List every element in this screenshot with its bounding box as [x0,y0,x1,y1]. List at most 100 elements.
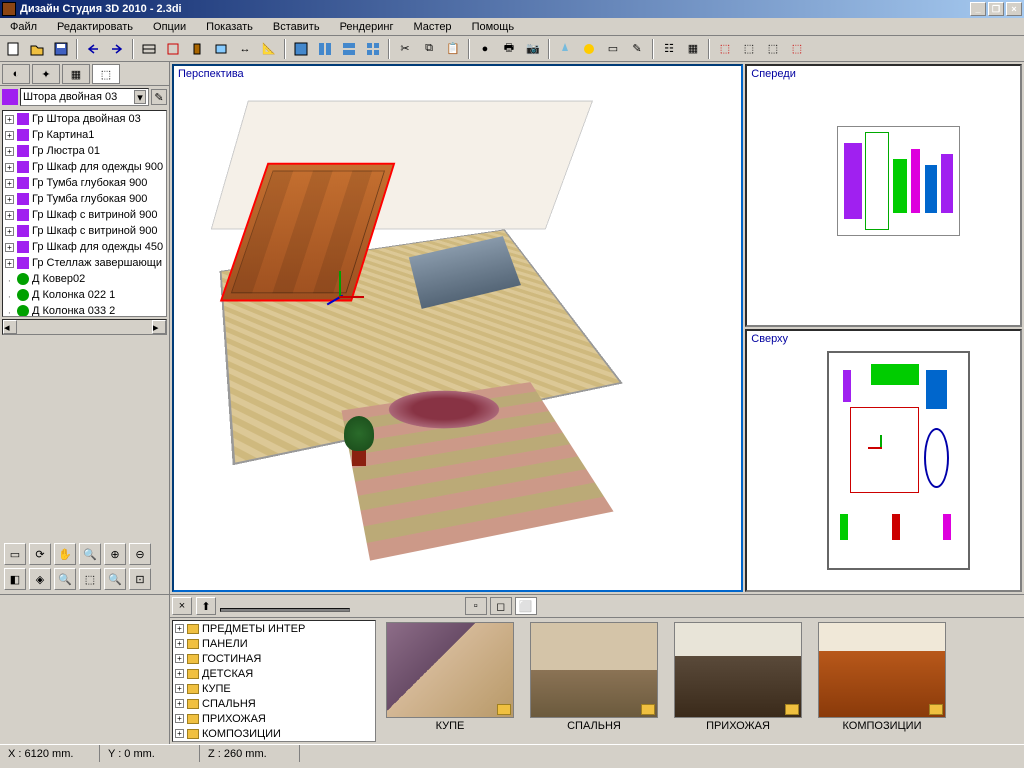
expand-icon[interactable]: + [175,699,184,708]
catalog-item[interactable]: +ДЕТСКАЯ [173,666,375,681]
tb-object[interactable]: ✎ [626,38,648,60]
tb-light[interactable] [554,38,576,60]
tb-undo[interactable] [82,38,104,60]
dropdown-icon[interactable]: ▾ [134,90,146,104]
tb-view4[interactable] [362,38,384,60]
object-edit-button[interactable]: ✎ [151,89,167,105]
object-selector[interactable]: Штора двойная 03 ▾ [20,88,149,106]
catalog-up-icon[interactable]: ⬆ [196,597,216,615]
tree-item[interactable]: +Гр Шкаф для одежды 450 [3,239,166,255]
tb-camera-icon[interactable]: 📷 [522,38,544,60]
tb-open[interactable] [26,38,48,60]
tree-item[interactable]: +Гр Шкаф с витриной 900 [3,207,166,223]
nav-all-icon[interactable]: ⊡ [129,568,151,590]
scene-tree[interactable]: +Гр Штора двойная 03+Гр Картина1+Гр Люст… [2,110,167,317]
tree-item[interactable]: ·Д Колонка 022 1 [3,287,166,303]
thumbnail[interactable]: ПРИХОЖАЯ [674,622,802,732]
expand-icon[interactable]: + [5,115,14,124]
tree-item[interactable]: +Гр Стеллаж завершающи [3,255,166,271]
tb-cut-icon[interactable]: ✂ [394,38,416,60]
panel-tab-4[interactable]: ⬚ [92,64,120,84]
nav-fit-icon[interactable]: 🔍 [54,568,76,590]
nav-zoomin-icon[interactable]: ⊕ [104,543,126,565]
tb-align2[interactable]: ▦ [682,38,704,60]
tb-wall[interactable] [138,38,160,60]
catalog-item[interactable]: +ПРИХОЖАЯ [173,711,375,726]
menu-options[interactable]: Опции [147,20,192,34]
panel-tab-1[interactable]: ◐ [2,64,30,84]
tb-view1[interactable] [290,38,312,60]
expand-icon[interactable]: + [5,227,14,236]
expand-icon[interactable]: + [5,179,14,188]
nav-extents-icon[interactable]: 🔍 [104,568,126,590]
nav-tool1[interactable]: ◧ [4,568,26,590]
tb-material[interactable]: ▭ [602,38,624,60]
catalog-item[interactable]: +ПРЕДМЕТЫ ИНТЕР [173,621,375,636]
catalog-item[interactable]: +СПАЛЬНЯ [173,696,375,711]
tree-item[interactable]: +Гр Тумба глубокая 900 [3,191,166,207]
tb-measure[interactable]: ↔ [234,38,256,60]
nav-pan-icon[interactable]: ✋ [54,543,76,565]
panel-tab-3[interactable]: ▦ [62,64,90,84]
tb-window[interactable] [210,38,232,60]
tb-align1[interactable]: ☷ [658,38,680,60]
tree-item[interactable]: +Гр Штора двойная 03 [3,111,166,127]
tb-snap4[interactable]: ⬚ [786,38,808,60]
close-button[interactable]: × [1006,2,1022,16]
panel-tab-2[interactable]: ✦ [32,64,60,84]
thumbnail[interactable]: КОМПОЗИЦИИ [818,622,946,732]
viewport-perspective[interactable]: Перспектива [172,64,743,592]
expand-icon[interactable]: + [5,211,14,220]
expand-icon[interactable]: + [5,131,14,140]
menu-help[interactable]: Помощь [466,20,521,34]
nav-region-icon[interactable]: ⬚ [79,568,101,590]
tree-scrollbar[interactable]: ◂ ▸ [2,319,167,335]
tree-item[interactable]: ·Д Колонка 033 2 [3,303,166,317]
tree-item[interactable]: +Гр Картина1 [3,127,166,143]
expand-icon[interactable]: + [5,147,14,156]
tree-item[interactable]: +Гр Шкаф с витриной 900 [3,223,166,239]
catalog-close[interactable]: × [172,597,192,615]
viewport-top[interactable]: Сверху [745,329,1022,592]
expand-icon[interactable]: + [175,639,184,648]
menu-file[interactable]: Файл [4,20,43,34]
catalog-slider[interactable] [220,601,461,612]
tree-item[interactable]: ·Д Ковер02 [3,271,166,287]
tb-door[interactable] [186,38,208,60]
thumb-size-small[interactable]: ▫ [465,597,487,615]
tb-snap1[interactable]: ⬚ [714,38,736,60]
catalog-item[interactable]: +ПАНЕЛИ [173,636,375,651]
catalog-item[interactable]: +ГОСТИНАЯ [173,651,375,666]
tb-copy-icon[interactable]: ⧉ [418,38,440,60]
catalog-item[interactable]: +КУПЕ [173,681,375,696]
viewport-front[interactable]: Спереди [745,64,1022,327]
tb-room[interactable] [162,38,184,60]
thumbnail[interactable]: КУПЕ [386,622,514,732]
thumbnail[interactable]: СПАЛЬНЯ [530,622,658,732]
tb-new[interactable] [2,38,24,60]
menu-show[interactable]: Показать [200,20,259,34]
catalog-tree[interactable]: +ПРЕДМЕТЫ ИНТЕР+ПАНЕЛИ+ГОСТИНАЯ+ДЕТСКАЯ+… [172,620,376,742]
menu-rendering[interactable]: Рендеринг [334,20,400,34]
menu-insert[interactable]: Вставить [267,20,326,34]
tb-snap3[interactable]: ⬚ [762,38,784,60]
nav-rotate[interactable]: ⟳ [29,543,51,565]
catalog-item[interactable]: +КОМПОЗИЦИИ [173,726,375,741]
tb-render[interactable] [578,38,600,60]
tb-shade[interactable]: ● [474,38,496,60]
expand-icon[interactable]: + [175,714,184,723]
tb-redo[interactable] [106,38,128,60]
tb-paste-icon[interactable]: 📋 [442,38,464,60]
nav-zoomout-icon[interactable]: ⊖ [129,543,151,565]
thumb-size-large[interactable]: ⬜ [515,597,537,615]
nav-select[interactable]: ▭ [4,543,26,565]
scroll-right-icon[interactable]: ▸ [152,320,166,334]
tb-print-icon[interactable]: 🖶 [498,38,520,60]
expand-icon[interactable]: + [5,195,14,204]
tb-view3[interactable] [338,38,360,60]
tb-save[interactable] [50,38,72,60]
tree-item[interactable]: +Гр Тумба глубокая 900 [3,175,166,191]
tb-view2[interactable] [314,38,336,60]
expand-icon[interactable]: + [5,163,14,172]
expand-icon[interactable]: + [175,654,184,663]
